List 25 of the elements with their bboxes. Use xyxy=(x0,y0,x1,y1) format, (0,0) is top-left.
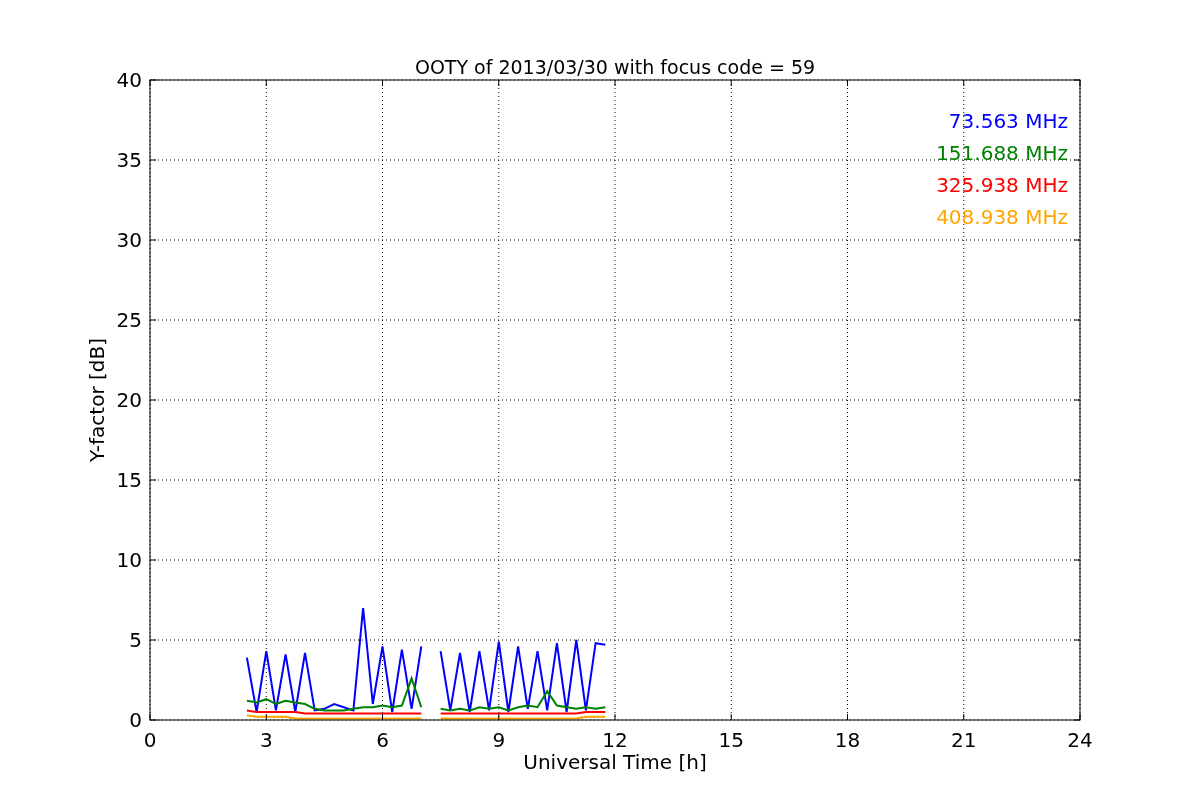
y-tick-label: 5 xyxy=(129,628,142,652)
legend-label: 408.938 MHz xyxy=(936,205,1068,229)
x-tick-label: 3 xyxy=(259,728,273,752)
y-tick-label: 25 xyxy=(116,308,142,332)
y-tick-label: 30 xyxy=(116,228,142,252)
y-tick-label: 0 xyxy=(129,708,142,732)
x-tick-label: 21 xyxy=(951,728,977,752)
x-tick-label: 15 xyxy=(718,728,744,752)
x-tick-label: 12 xyxy=(602,728,628,752)
chart-title: OOTY of 2013/03/30 with focus code = 59 xyxy=(414,56,816,78)
y-tick-label: 10 xyxy=(116,548,142,572)
x-tick-label: 24 xyxy=(1067,728,1093,752)
x-tick-label: 6 xyxy=(376,728,389,752)
y-axis-label: Y-factor [dB] xyxy=(85,338,109,462)
legend-label: 73.563 MHz xyxy=(948,109,1068,133)
x-tick-label: 9 xyxy=(492,728,506,752)
legend-label: 325.938 MHz xyxy=(936,173,1068,197)
y-tick-label: 15 xyxy=(116,468,142,492)
y-tick-label: 35 xyxy=(116,148,142,172)
y-tick-label: 20 xyxy=(116,388,142,412)
x-tick-label: 18 xyxy=(834,728,861,752)
x-tick-label: 0 xyxy=(143,728,157,752)
legend-label: 151.688 MHz xyxy=(936,141,1068,165)
x-axis-label: Universal Time [h] xyxy=(523,750,707,774)
y-tick-label: 40 xyxy=(116,68,142,92)
